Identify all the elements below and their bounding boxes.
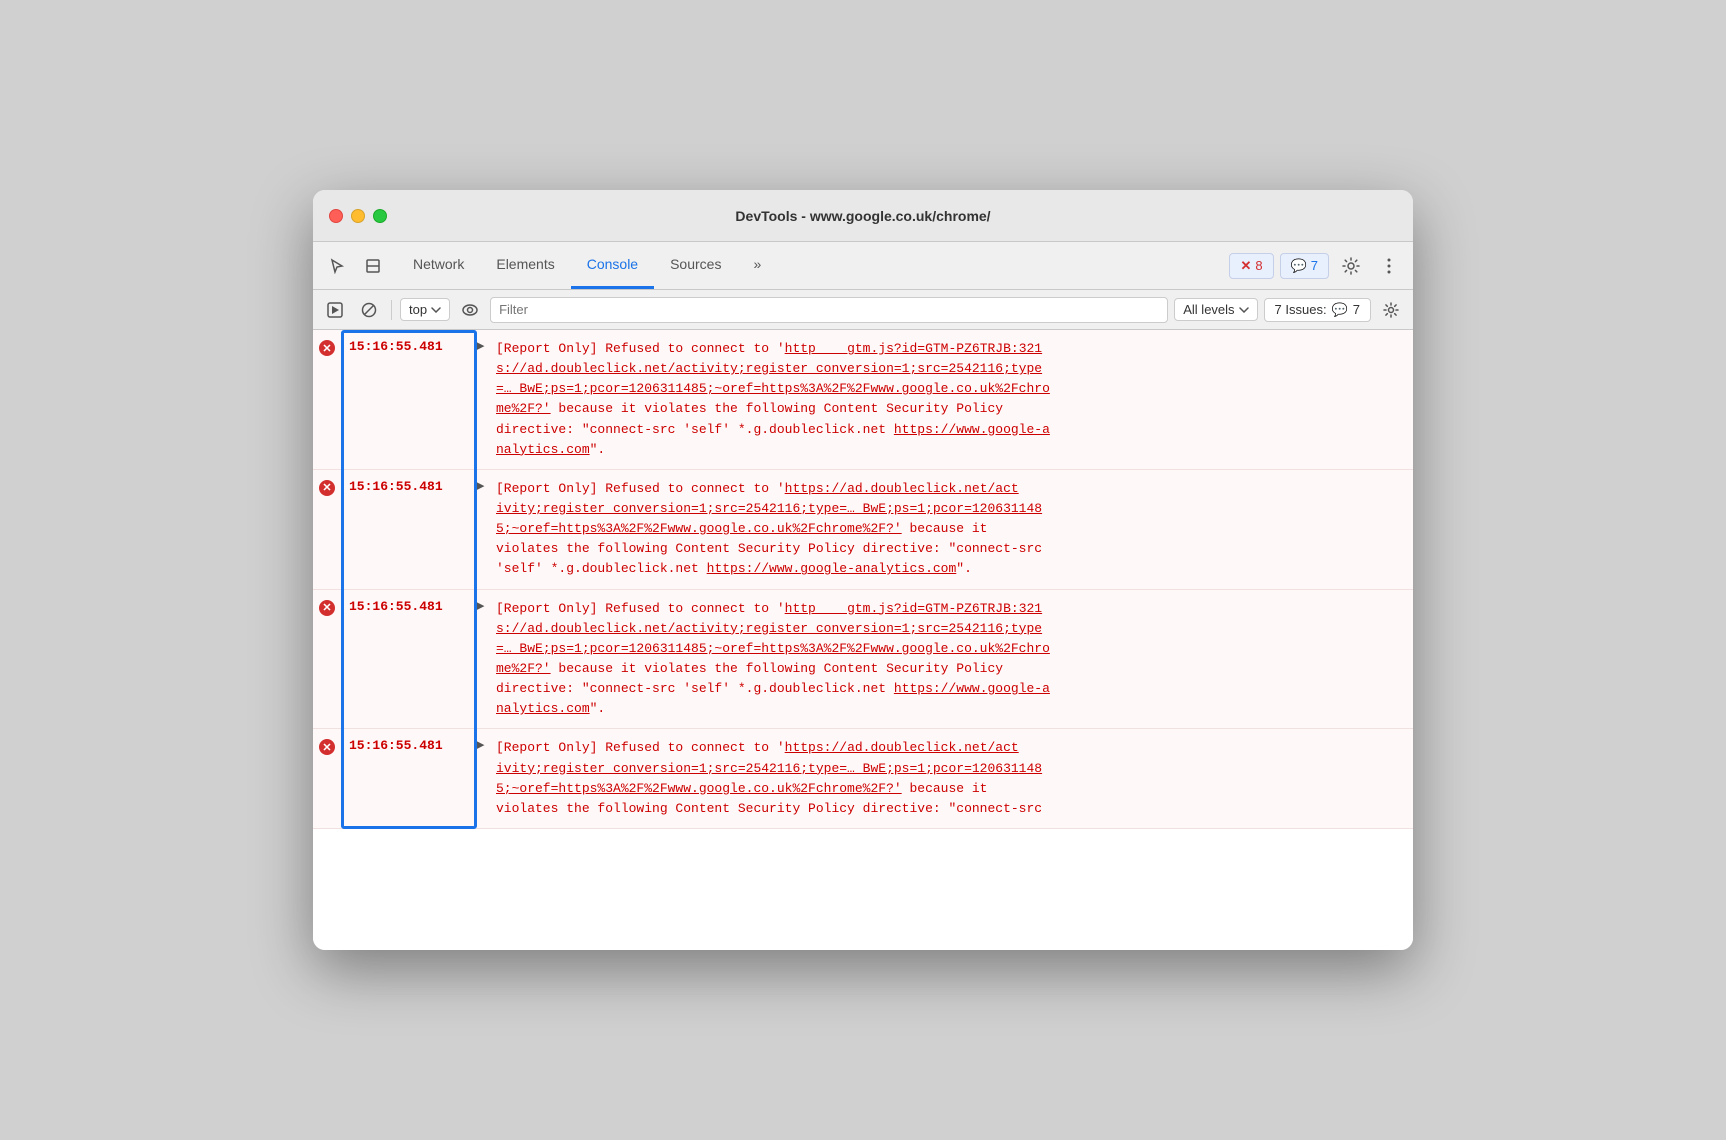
messages-badge[interactable]: 💬 7 [1280, 253, 1329, 279]
log-message-4: [Report Only] Refused to connect to 'htt… [494, 729, 1413, 828]
cursor-icon[interactable] [321, 250, 353, 282]
log-message-3: [Report Only] Refused to connect to 'htt… [494, 590, 1413, 729]
tab-elements[interactable]: Elements [480, 242, 570, 289]
error-icon: ✕ [1240, 258, 1251, 274]
console-toolbar: top All levels 7 Issues: 💬 7 [313, 290, 1413, 330]
kebab-menu-icon[interactable] [1373, 250, 1405, 282]
expand-btn-2[interactable]: ▶ [476, 470, 494, 492]
table-row: ✕ 15:16:55.481 ▶ [Report Only] Refused t… [313, 590, 1413, 730]
devtools-window: DevTools - www.google.co.uk/chrome/ Netw… [313, 190, 1413, 950]
log-message-1: [Report Only] Refused to connect to 'htt… [494, 330, 1413, 469]
traffic-lights [329, 209, 387, 223]
tab-sources[interactable]: Sources [654, 242, 737, 289]
error-icon-3: ✕ [313, 590, 341, 616]
issues-button[interactable]: 7 Issues: 💬 7 [1264, 298, 1371, 322]
expand-btn-3[interactable]: ▶ [476, 590, 494, 612]
tab-more[interactable]: » [737, 242, 777, 289]
tabs: Network Elements Console Sources » [397, 242, 1229, 289]
timestamp-4: 15:16:55.481 [341, 729, 476, 762]
message-icon: 💬 [1291, 258, 1307, 274]
issues-chat-icon: 💬 [1332, 302, 1348, 318]
tab-bar: Network Elements Console Sources » ✕ 8 💬 [313, 242, 1413, 290]
context-selector[interactable]: top [400, 298, 450, 321]
tab-bar-right: ✕ 8 💬 7 [1229, 242, 1405, 289]
tab-network[interactable]: Network [397, 242, 480, 289]
window-title: DevTools - www.google.co.uk/chrome/ [735, 208, 990, 224]
execute-icon[interactable] [321, 296, 349, 324]
title-bar: DevTools - www.google.co.uk/chrome/ [313, 190, 1413, 242]
log-levels-selector[interactable]: All levels [1174, 298, 1257, 321]
error-icon-4: ✕ [313, 729, 341, 755]
error-icon-2: ✕ [313, 470, 341, 496]
log-message-2: [Report Only] Refused to connect to 'htt… [494, 470, 1413, 589]
expand-btn-4[interactable]: ▶ [476, 729, 494, 751]
block-icon[interactable] [355, 296, 383, 324]
console-entries: ✕ 15:16:55.481 ▶ [Report Only] Refused t… [313, 330, 1413, 829]
timestamp-3: 15:16:55.481 [341, 590, 476, 623]
timestamp-1: 15:16:55.481 [341, 330, 476, 363]
separator [391, 300, 392, 320]
table-row: ✕ 15:16:55.481 ▶ [Report Only] Refused t… [313, 330, 1413, 470]
filter-input[interactable] [490, 297, 1168, 323]
dock-icon[interactable] [357, 250, 389, 282]
console-settings-icon[interactable] [1377, 296, 1405, 324]
expand-btn-1[interactable]: ▶ [476, 330, 494, 352]
table-row: ✕ 15:16:55.481 ▶ [Report Only] Refused t… [313, 729, 1413, 829]
tab-console[interactable]: Console [571, 242, 654, 289]
settings-icon[interactable] [1335, 250, 1367, 282]
error-icon-1: ✕ [313, 330, 341, 356]
close-button[interactable] [329, 209, 343, 223]
minimize-button[interactable] [351, 209, 365, 223]
table-row: ✕ 15:16:55.481 ▶ [Report Only] Refused t… [313, 470, 1413, 590]
console-content: ✕ 15:16:55.481 ▶ [Report Only] Refused t… [313, 330, 1413, 950]
errors-badge[interactable]: ✕ 8 [1229, 253, 1273, 279]
timestamp-2: 15:16:55.481 [341, 470, 476, 503]
eye-icon[interactable] [456, 296, 484, 324]
maximize-button[interactable] [373, 209, 387, 223]
tab-bar-icons [321, 242, 389, 289]
